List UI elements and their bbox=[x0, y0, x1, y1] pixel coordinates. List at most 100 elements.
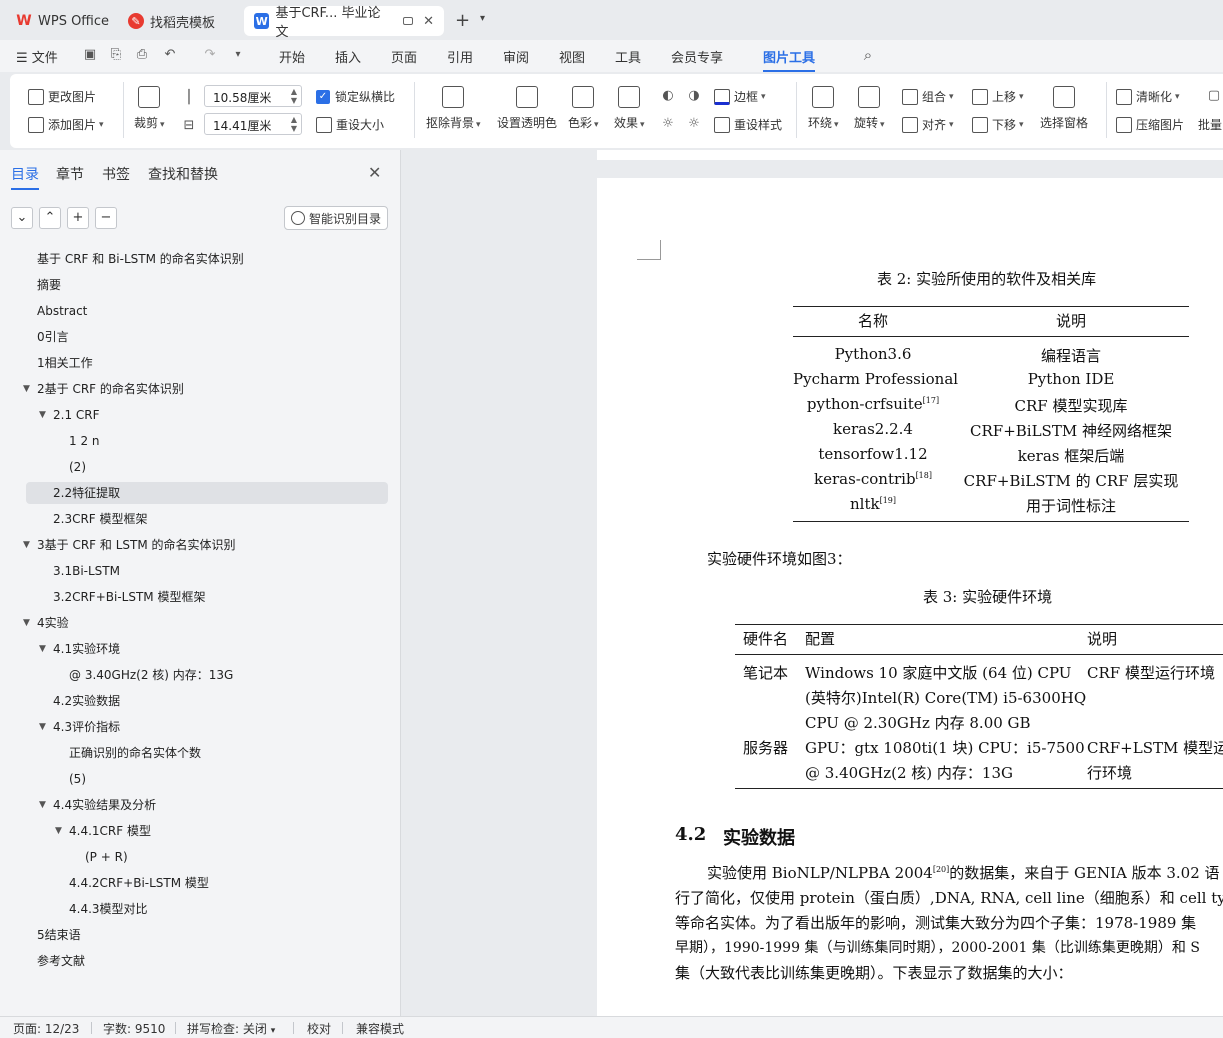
close-icon[interactable]: ✕ bbox=[423, 14, 434, 29]
collapse-icon[interactable]: ⌄ bbox=[11, 207, 33, 229]
toc-item[interactable]: 4实验 bbox=[37, 612, 69, 634]
toc-collapse-caret-icon[interactable]: ▼ bbox=[39, 404, 46, 426]
undo-icon[interactable]: ↶ bbox=[162, 47, 178, 63]
toc-item[interactable]: 参考文献 bbox=[37, 950, 85, 972]
toc-collapse-caret-icon[interactable]: ▼ bbox=[23, 378, 30, 400]
selection-pane-button[interactable]: 选择窗格 bbox=[1040, 86, 1088, 131]
toc-item[interactable]: 4.4.2CRF+Bi-LSTM 模型 bbox=[69, 872, 209, 894]
menu-view[interactable]: 视图 bbox=[559, 47, 585, 66]
set-transparent-button[interactable]: 设置透明色 bbox=[497, 86, 557, 131]
tab-find-replace[interactable]: 查找和替换 bbox=[148, 164, 218, 184]
menu-review[interactable]: 审阅 bbox=[503, 47, 529, 66]
tab-wps-office[interactable]: W WPS Office bbox=[6, 6, 119, 36]
tab-thesis-document[interactable]: W 基于CRF... 毕业论文 ✕ bbox=[244, 6, 444, 40]
toc-item[interactable]: 4.2实验数据 bbox=[53, 690, 120, 712]
spell-check-status[interactable]: 拼写检查: 关闭 ▾ bbox=[187, 1020, 275, 1037]
brightness-down-icon[interactable]: ☼ bbox=[686, 116, 702, 132]
toc-item[interactable]: 3.1Bi-LSTM bbox=[53, 560, 120, 582]
toc-item[interactable]: Abstract bbox=[37, 300, 87, 322]
search-icon[interactable]: ⌕ bbox=[860, 47, 876, 63]
page-indicator[interactable]: 页面: 12/23 bbox=[13, 1020, 79, 1037]
toc-collapse-caret-icon[interactable]: ▼ bbox=[39, 716, 46, 738]
tab-bookmarks[interactable]: 书签 bbox=[102, 164, 130, 184]
restore-icon[interactable] bbox=[403, 17, 414, 25]
toc-item[interactable]: @ 3.40GHz(2 核) 内存：13G bbox=[69, 664, 233, 686]
width-input[interactable]: 10.58厘米 ▲ ▼ bbox=[204, 85, 302, 107]
toc-collapse-caret-icon[interactable]: ▼ bbox=[39, 794, 46, 816]
toc-item[interactable]: 2基于 CRF 的命名实体识别 bbox=[37, 378, 184, 400]
effects-button[interactable]: 效果 ▾ bbox=[614, 86, 645, 131]
toc-item[interactable]: 5结束语 bbox=[37, 924, 81, 946]
expand-up-icon[interactable]: ⌃ bbox=[39, 207, 61, 229]
remove-icon[interactable]: − bbox=[95, 207, 117, 229]
new-tab-icon[interactable]: + bbox=[455, 10, 470, 31]
toc-item[interactable]: 4.3评价指标 bbox=[53, 716, 120, 738]
remove-background-button[interactable]: 抠除背景 ▾ bbox=[426, 86, 481, 131]
menu-references[interactable]: 引用 bbox=[447, 47, 473, 66]
menu-member[interactable]: 会员专享 bbox=[671, 47, 723, 66]
menu-insert[interactable]: 插入 bbox=[335, 47, 361, 66]
file-menu[interactable]: ☰ 文件 bbox=[16, 47, 58, 66]
reset-size-button[interactable]: 重设大小 bbox=[316, 116, 384, 133]
spinner-icon[interactable]: ▲ ▼ bbox=[291, 115, 297, 133]
toc-item[interactable]: 3.2CRF+Bi-LSTM 模型框架 bbox=[53, 586, 205, 608]
height-input[interactable]: 14.41厘米 ▲ ▼ bbox=[204, 113, 302, 135]
change-picture-button[interactable]: 更改图片 bbox=[28, 88, 96, 105]
toc-item[interactable]: 4.1实验环境 bbox=[53, 638, 120, 660]
toc-item[interactable]: (2) bbox=[69, 456, 86, 478]
toc-item[interactable]: 2.3CRF 模型框架 bbox=[53, 508, 148, 530]
menu-home[interactable]: 开始 bbox=[279, 47, 305, 66]
chevron-down-icon[interactable]: ▾ bbox=[230, 47, 246, 63]
toc-item[interactable]: 3基于 CRF 和 LSTM 的命名实体识别 bbox=[37, 534, 236, 556]
group-button[interactable]: 组合 ▾ bbox=[902, 88, 954, 105]
sharpen-button[interactable]: 清晰化 ▾ bbox=[1116, 88, 1180, 105]
toc-item[interactable]: 2.1 CRF bbox=[53, 404, 100, 426]
tab-sections[interactable]: 章节 bbox=[56, 164, 84, 184]
menu-page[interactable]: 页面 bbox=[391, 47, 417, 66]
save-icon[interactable]: ▣ bbox=[82, 47, 98, 63]
redo-icon[interactable]: ↷ bbox=[202, 47, 218, 63]
wrap-button[interactable]: 环绕 ▾ bbox=[808, 86, 839, 131]
toc-item[interactable]: 4.4.1CRF 模型 bbox=[69, 820, 151, 842]
border-button[interactable]: 边框 ▾ bbox=[714, 88, 766, 105]
toc-collapse-caret-icon[interactable]: ▼ bbox=[23, 612, 30, 634]
document-page[interactable]: 表 2: 实验所使用的软件及相关库 名称 说明 Python3.6 编程语言 Pyc… bbox=[597, 178, 1223, 1016]
toc-item[interactable]: 1相关工作 bbox=[37, 352, 93, 374]
close-icon[interactable]: ✕ bbox=[368, 163, 381, 182]
menu-picture-tools[interactable]: 图片工具 bbox=[763, 47, 816, 72]
chevron-down-icon[interactable]: ▾ bbox=[480, 13, 485, 24]
print-preview-icon[interactable]: ⎙ bbox=[134, 47, 150, 63]
toc-item[interactable]: (P + R) bbox=[85, 846, 128, 868]
toc-collapse-caret-icon[interactable]: ▼ bbox=[39, 638, 46, 660]
toc-collapse-caret-icon[interactable]: ▼ bbox=[55, 820, 62, 842]
tab-toc[interactable]: 目录 bbox=[11, 164, 39, 190]
tab-docer-templates[interactable]: ✎ 找稻壳模板 bbox=[118, 6, 225, 36]
spinner-icon[interactable]: ▲ ▼ bbox=[291, 87, 297, 105]
proofread-button[interactable]: 校对 bbox=[307, 1020, 331, 1037]
word-count[interactable]: 字数: 9510 bbox=[103, 1020, 165, 1037]
toc-item[interactable]: 1 2 n bbox=[69, 430, 100, 452]
crop-button[interactable]: 裁剪 ▾ bbox=[134, 86, 165, 131]
send-backward-button[interactable]: 下移 ▾ bbox=[972, 116, 1024, 133]
batch-button[interactable]: 批量 bbox=[1198, 116, 1222, 133]
add-picture-button[interactable]: 添加图片 ▾ bbox=[28, 116, 104, 133]
reset-style-button[interactable]: 重设样式 bbox=[714, 116, 782, 133]
share-icon[interactable]: ⎘ bbox=[108, 47, 124, 63]
toc-item[interactable]: 4.4.3模型对比 bbox=[69, 898, 148, 920]
toc-item[interactable]: 正确识别的命名实体个数 bbox=[69, 742, 201, 764]
toc-item[interactable]: 4.4实验结果及分析 bbox=[53, 794, 156, 816]
add-icon[interactable]: + bbox=[67, 207, 89, 229]
compress-picture-button[interactable]: 压缩图片 bbox=[1116, 116, 1184, 133]
toc-item[interactable]: (5) bbox=[69, 768, 86, 790]
lock-ratio-checkbox[interactable]: ✓ 锁定纵横比 bbox=[316, 88, 395, 105]
color-button[interactable]: 色彩 ▾ bbox=[568, 86, 599, 131]
align-button[interactable]: 对齐 ▾ bbox=[902, 116, 954, 133]
brightness-up-icon[interactable]: ☼ bbox=[660, 116, 676, 132]
toc-item[interactable]: 摘要 bbox=[37, 274, 61, 296]
document-canvas[interactable]: 表 2: 实验所使用的软件及相关库 名称 说明 Python3.6 编程语言 Pyc… bbox=[401, 150, 1223, 1016]
rotate-button[interactable]: 旋转 ▾ bbox=[854, 86, 885, 131]
contrast-down-icon[interactable]: ◑ bbox=[686, 88, 702, 104]
menu-tools[interactable]: 工具 bbox=[615, 47, 641, 66]
toc-collapse-caret-icon[interactable]: ▼ bbox=[23, 534, 30, 556]
contrast-up-icon[interactable]: ◐ bbox=[660, 88, 676, 104]
